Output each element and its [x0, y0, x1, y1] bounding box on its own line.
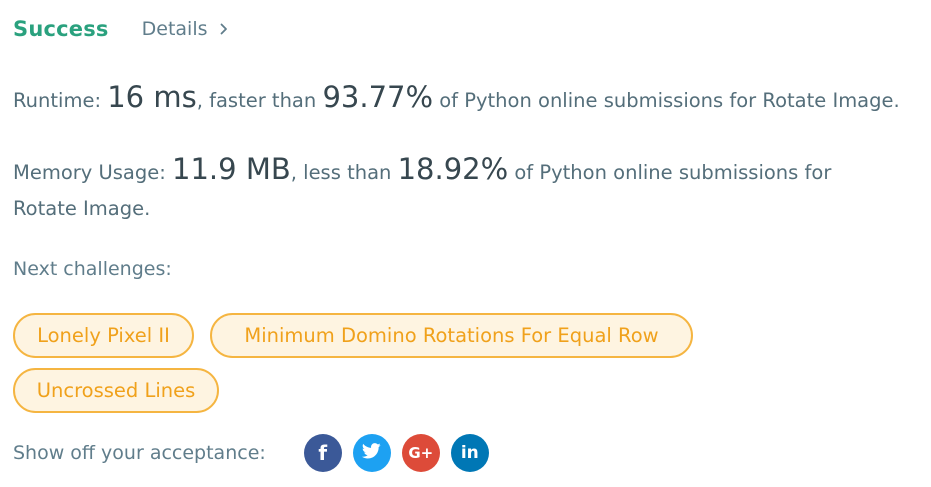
share-label: Show off your acceptance: — [13, 442, 266, 464]
challenge-chip-minimum-domino-rotations[interactable]: Minimum Domino Rotations For Equal Row — [210, 313, 693, 358]
memory-middle-text: , less than — [290, 161, 398, 184]
details-label: Details — [141, 18, 208, 40]
memory-stat: Memory Usage: 11.9 MB, less than 18.92% … — [13, 151, 873, 227]
details-link[interactable]: Details — [142, 18, 228, 40]
memory-label: Memory Usage: — [13, 161, 173, 184]
next-challenges-label: Next challenges: — [13, 258, 172, 280]
runtime-stat: Runtime: 16 ms, faster than 93.77% of Py… — [13, 79, 923, 119]
memory-value: 11.9 MB — [172, 152, 291, 186]
challenge-chip-uncrossed-lines[interactable]: Uncrossed Lines — [13, 368, 219, 413]
google-plus-icon: G+ — [408, 444, 434, 462]
runtime-percent: 93.77% — [322, 80, 434, 114]
chevron-right-icon — [220, 23, 228, 35]
runtime-suffix: of Python online submissions for Rotate … — [433, 89, 900, 112]
twitter-share-button[interactable] — [352, 434, 391, 472]
runtime-label: Runtime: — [13, 89, 108, 112]
linkedin-icon: in — [460, 443, 479, 463]
runtime-value: 16 ms — [107, 80, 197, 114]
linkedin-share-button[interactable]: in — [450, 434, 489, 472]
facebook-share-button[interactable]: f — [303, 434, 342, 472]
memory-percent: 18.92% — [397, 152, 509, 186]
twitter-icon — [362, 443, 381, 463]
submission-status-row: Success Details — [13, 12, 228, 46]
facebook-icon: f — [318, 441, 328, 465]
status-title: Success — [13, 17, 109, 41]
challenge-chip-lonely-pixel-ii[interactable]: Lonely Pixel II — [13, 313, 194, 358]
google-plus-share-button[interactable]: G+ — [401, 434, 440, 472]
social-buttons: f G+ in — [303, 434, 489, 472]
share-row: Show off your acceptance: f G+ in — [13, 432, 489, 474]
runtime-middle-text: , faster than — [196, 89, 323, 112]
